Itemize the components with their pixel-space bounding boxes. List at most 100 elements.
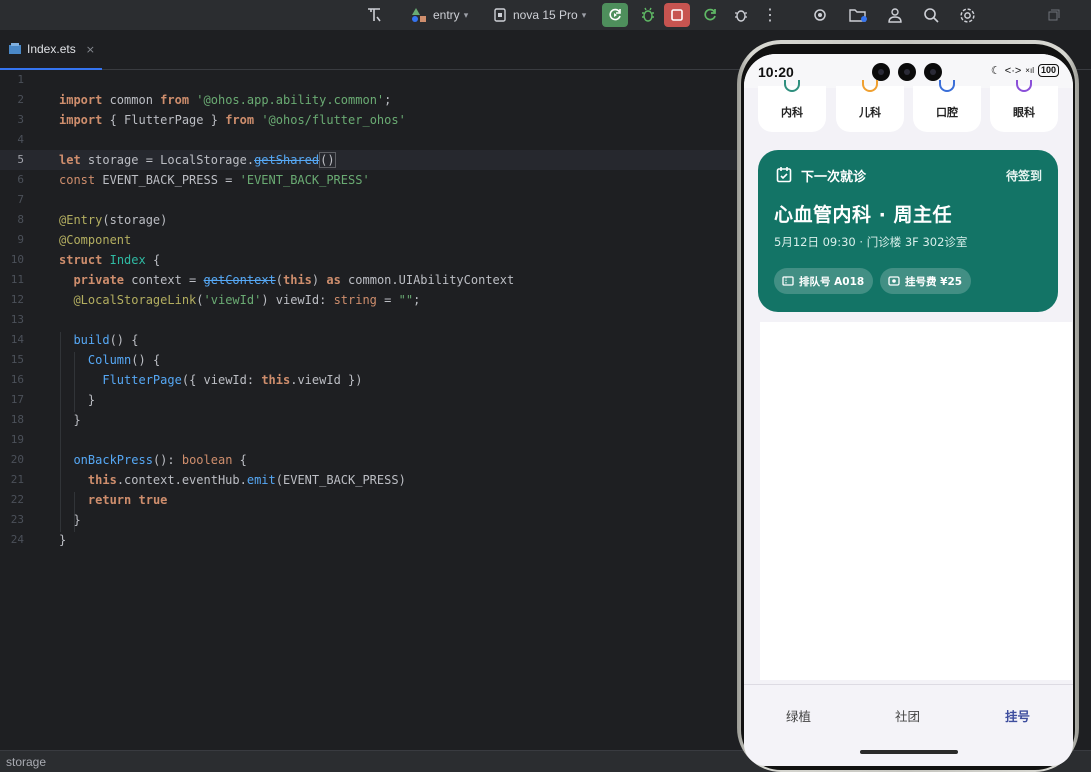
code-editor[interactable]: 1 2 import common from '@ohos.app.ability… xyxy=(0,70,745,750)
code-line: 10 struct Index { xyxy=(0,250,745,270)
nav-item-plants[interactable]: 绿植 xyxy=(786,706,811,725)
tab-label: Index.ets xyxy=(27,42,76,56)
module-icon xyxy=(412,8,426,22)
camera-icon xyxy=(924,63,942,81)
line-number: 1 xyxy=(17,73,24,86)
project-button[interactable] xyxy=(845,3,871,27)
fee-text: 挂号费 ¥25 xyxy=(905,275,963,288)
code-line: 6 const EVENT_BACK_PRESS = 'EVENT_BACK_PR… xyxy=(0,170,745,190)
department-label: 内科 xyxy=(781,106,803,119)
profiler-icon xyxy=(735,10,747,22)
code-line: 24} xyxy=(0,530,745,550)
appointment-detail: 5月12日 09:30 · 门诊楼 3F 302诊室 xyxy=(774,235,968,249)
line-number: 9 xyxy=(17,233,24,246)
nav-item-registration[interactable]: 挂号 xyxy=(1005,706,1030,725)
code-line: 7 xyxy=(0,190,745,210)
code-line: 13 xyxy=(0,310,745,330)
stop-icon xyxy=(671,9,683,21)
profiler-button[interactable] xyxy=(729,3,753,27)
ticket-icon xyxy=(782,276,794,286)
code-line: 8 @Entry(storage) xyxy=(0,210,745,230)
bottom-navigation: 绿植 社团 挂号 xyxy=(744,684,1073,742)
restore-window-button[interactable] xyxy=(1043,3,1065,27)
calendar-check-icon xyxy=(776,167,792,183)
locate-button[interactable] xyxy=(808,3,832,27)
more-icon[interactable]: ⋮ xyxy=(760,3,780,27)
line-number: 13 xyxy=(10,313,24,326)
ets-file-icon xyxy=(9,43,21,54)
camera-icon xyxy=(898,63,916,81)
device-label: nova 15 Pro xyxy=(513,8,578,22)
module-selector[interactable]: entry ▾ xyxy=(410,3,468,27)
no-signal-icon: ×ıl xyxy=(1025,66,1034,75)
stop-button[interactable] xyxy=(664,3,690,27)
line-number: 19 xyxy=(10,433,24,446)
line-number: 17 xyxy=(10,393,24,406)
tab-index-ets[interactable]: Index.ets × xyxy=(0,30,102,70)
text-tool-icon[interactable] xyxy=(362,3,386,27)
nav-item-clubs[interactable]: 社团 xyxy=(895,706,920,725)
settings-button[interactable] xyxy=(955,3,979,27)
pediatrics-icon xyxy=(862,80,878,92)
code-line: 18 } xyxy=(0,410,745,430)
department-label: 眼科 xyxy=(1013,106,1035,119)
next-appointment-card[interactable]: 下一次就诊 待签到 心血管内科 · 周主任 5月12日 09:30 · 门诊楼 … xyxy=(758,150,1058,312)
department-erke[interactable]: 儿科 xyxy=(836,80,904,132)
line-number: 14 xyxy=(10,333,24,346)
internal-medicine-icon xyxy=(784,80,800,92)
phone-screen[interactable]: 10:20 ☾ <·> ×ıl 100 内科 儿科 口腔 眼科 下一次就诊 待签… xyxy=(744,54,1073,766)
dental-icon xyxy=(939,80,955,92)
project-icon xyxy=(849,9,867,22)
close-icon[interactable]: × xyxy=(86,43,95,56)
appointment-title: 心血管内科 · 周主任 xyxy=(774,204,952,226)
code-line: 12 @LocalStorageLink('viewId') viewId: s… xyxy=(0,290,745,310)
moon-icon: ☾ xyxy=(990,65,1001,77)
code-line: 9 @Component xyxy=(0,230,745,250)
account-button[interactable] xyxy=(883,3,907,27)
code-line: 21 this.context.eventHub.emit(EVENT_BACK… xyxy=(0,470,745,490)
payment-icon xyxy=(888,276,900,286)
line-number: 18 xyxy=(10,413,24,426)
search-button[interactable] xyxy=(919,3,943,27)
phone-time: 10:20 xyxy=(758,64,794,80)
line-number: 12 xyxy=(10,293,24,306)
department-label: 口腔 xyxy=(936,106,958,119)
run-refresh-icon xyxy=(609,8,621,21)
apply-changes-button[interactable] xyxy=(698,3,722,27)
department-label: 儿科 xyxy=(859,106,881,119)
code-line: 23 } xyxy=(0,510,745,530)
search-icon xyxy=(924,8,939,23)
code-line-current: 5 let storage = LocalStorage.getShared() xyxy=(0,150,745,170)
line-number: 2 xyxy=(17,93,24,106)
fee-chip: 挂号费 ¥25 xyxy=(880,268,972,294)
battery-icon: 100 xyxy=(1037,64,1059,77)
line-number: 4 xyxy=(17,133,24,146)
code-line: 16 FlutterPage({ viewId: this.viewId }) xyxy=(0,370,745,390)
department-neike[interactable]: 内科 xyxy=(758,80,826,132)
ophthalmology-icon xyxy=(1016,80,1032,92)
device-selector[interactable]: nova 15 Pro ▾ xyxy=(492,3,586,27)
content-area xyxy=(760,322,1072,680)
department-yanke[interactable]: 眼科 xyxy=(990,80,1058,132)
line-number: 21 xyxy=(10,473,24,486)
line-number: 23 xyxy=(10,513,24,526)
code-line: 11 private context = getContext(this) as… xyxy=(0,270,745,290)
home-indicator[interactable] xyxy=(860,750,958,754)
department-kouqiang[interactable]: 口腔 xyxy=(913,80,981,132)
debug-icon xyxy=(642,7,654,22)
code-line: 2 import common from '@ohos.app.ability.c… xyxy=(0,90,745,110)
run-refresh-button[interactable] xyxy=(602,3,628,27)
line-number: 22 xyxy=(10,493,24,506)
line-number: 6 xyxy=(17,173,24,186)
code-line: 20 onBackPress(): boolean { xyxy=(0,450,745,470)
appointment-header: 下一次就诊 xyxy=(801,170,867,185)
toolbar: entry ▾ nova 15 Pro ▾ ⋮ xyxy=(0,0,1091,30)
line-number: 16 xyxy=(10,373,24,386)
chevron-down-icon: ▾ xyxy=(463,9,469,20)
debug-button[interactable] xyxy=(636,3,660,27)
chevron-down-icon: ▾ xyxy=(581,9,587,20)
code-line: 4 xyxy=(0,130,745,150)
settings-icon xyxy=(959,7,975,23)
restore-window-icon xyxy=(1048,9,1060,21)
account-icon xyxy=(888,8,902,23)
